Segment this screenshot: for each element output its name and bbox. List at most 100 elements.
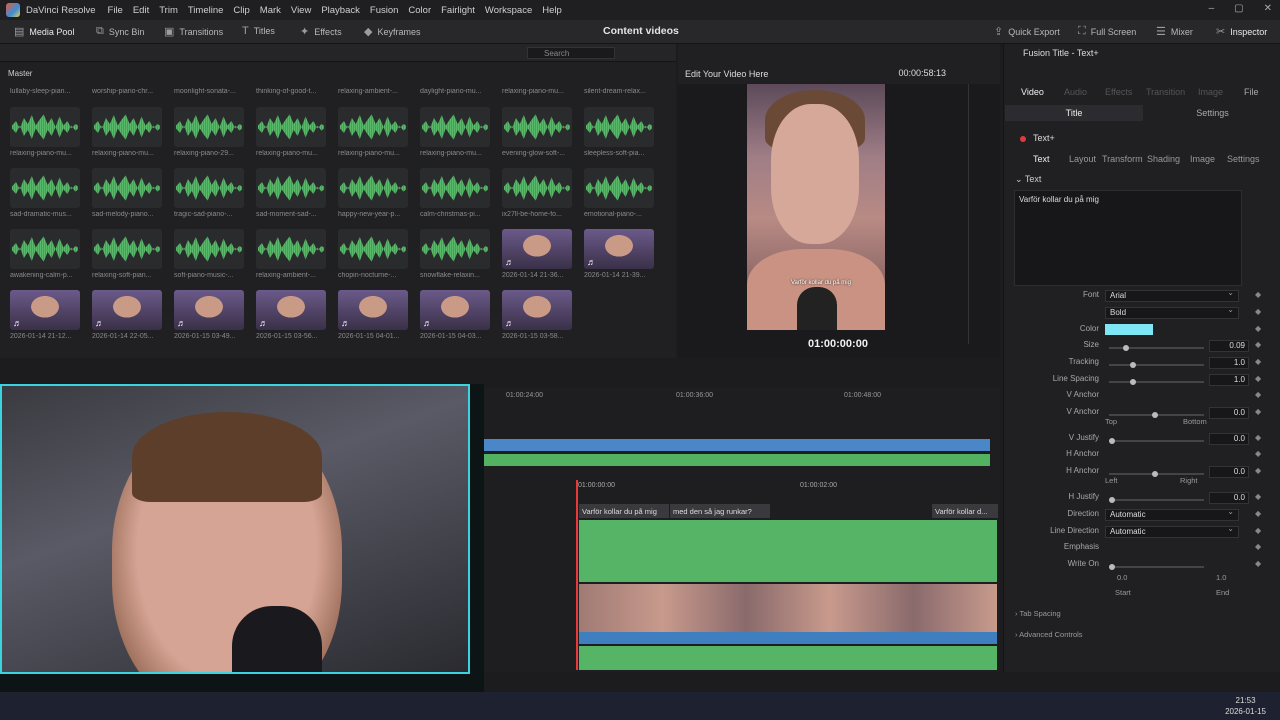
tab-title[interactable]: Title <box>1005 105 1143 121</box>
slider-knob[interactable] <box>1151 471 1158 477</box>
v-justify-slider[interactable] <box>1109 438 1204 444</box>
size-value[interactable]: 0.09 <box>1209 340 1249 352</box>
tab-video[interactable]: Video <box>1021 87 1044 97</box>
video-track[interactable] <box>579 584 997 632</box>
menu-help[interactable]: Help <box>542 5 562 16</box>
tab-settings[interactable]: Settings <box>1145 105 1280 121</box>
media-clip[interactable]: soft-piano-music-... <box>174 229 244 279</box>
keyframe-icon[interactable]: ◆ <box>1255 466 1261 475</box>
keyframe-icon[interactable]: ◆ <box>1255 390 1261 399</box>
slider-knob[interactable] <box>1109 497 1115 503</box>
h-anchor-slider-slider[interactable] <box>1109 471 1204 477</box>
mixer-button[interactable]: ☰ Mixer <box>1156 25 1193 38</box>
media-clip[interactable]: relaxing-piano-29... <box>174 107 244 157</box>
color-swatch[interactable] <box>1105 324 1153 335</box>
line-direction-dropdown[interactable]: Automatic <box>1105 524 1239 538</box>
media-clip[interactable]: relaxing-piano-mu... <box>256 107 326 157</box>
media-clip[interactable]: awakening-calm-p... <box>10 229 80 279</box>
media-pool-button[interactable]: ▤ Media Pool <box>14 25 74 38</box>
v-anchor-slider-value[interactable]: 0.0 <box>1209 407 1249 419</box>
media-clip[interactable]: ♬ 2026-01-15 03-56... <box>256 290 326 340</box>
media-clip[interactable]: relaxing-piano-mu... <box>338 107 408 157</box>
keyframe-icon[interactable]: ◆ <box>1255 357 1261 366</box>
keyframe-icon[interactable]: ◆ <box>1255 526 1261 535</box>
quick-export-button[interactable]: ⇪ Quick Export <box>994 25 1060 38</box>
close-icon[interactable]: ✕ <box>1264 3 1272 14</box>
clock[interactable]: 21:53 2026-01-15 <box>1225 695 1266 717</box>
media-clip[interactable]: ♬ 2026-01-15 04-01... <box>338 290 408 340</box>
media-clip[interactable]: ♬ 2026-01-14 21-39... <box>584 229 654 279</box>
tab-transition[interactable]: Transition <box>1146 87 1185 97</box>
menu-edit[interactable]: Edit <box>133 5 149 16</box>
size-slider[interactable] <box>1109 345 1204 351</box>
keyframe-icon[interactable]: ◆ <box>1255 492 1261 501</box>
keyframe-icon[interactable]: ◆ <box>1255 307 1261 316</box>
tab-image[interactable]: Image <box>1198 87 1223 97</box>
media-clip[interactable]: snowflake-relaxin... <box>420 229 490 279</box>
slider-knob[interactable] <box>1109 438 1115 444</box>
image-tab[interactable]: Image <box>1190 154 1215 164</box>
media-clip[interactable]: relaxing-piano-mu... <box>420 107 490 157</box>
search-input[interactable]: Search <box>527 47 615 59</box>
menu-workspace[interactable]: Workspace <box>485 5 532 16</box>
subtitle-clip[interactable]: Varför kollar du på mig <box>579 504 669 518</box>
media-clip[interactable]: calm-christmas-pi... <box>420 168 490 218</box>
menu-view[interactable]: View <box>291 5 311 16</box>
title-track[interactable] <box>579 520 997 582</box>
tab-effects[interactable]: Effects <box>1105 87 1132 97</box>
menu-fusion[interactable]: Fusion <box>370 5 399 16</box>
keyframe-icon[interactable]: ◆ <box>1255 449 1261 458</box>
text-input[interactable]: Varför kollar du på mig <box>1014 190 1242 286</box>
menu-timeline[interactable]: Timeline <box>188 5 224 16</box>
media-clip[interactable]: relaxing-piano-mu... <box>10 107 80 157</box>
keyframes-button[interactable]: ◆ Keyframes <box>364 25 420 38</box>
h-justify-slider[interactable] <box>1109 497 1204 503</box>
direction-dropdown[interactable]: Automatic <box>1105 507 1239 521</box>
media-clip[interactable]: sad-moment-sad-... <box>256 168 326 218</box>
media-clip[interactable]: ♬ 2026-01-15 03-49... <box>174 290 244 340</box>
viewer-title[interactable]: Edit Your Video Here <box>685 69 768 79</box>
slider-knob[interactable] <box>1123 345 1130 351</box>
layout-tab[interactable]: Layout <box>1069 154 1096 164</box>
tab-audio[interactable]: Audio <box>1064 87 1087 97</box>
media-clip[interactable]: relaxing-piano-mu... <box>92 107 162 157</box>
line-spacing-slider[interactable] <box>1109 379 1204 385</box>
slider-knob[interactable] <box>1109 564 1115 570</box>
v-anchor-slider-slider[interactable] <box>1109 412 1204 418</box>
line-spacing-value[interactable]: 1.0 <box>1209 374 1249 386</box>
bin-master[interactable]: Master <box>8 69 32 78</box>
keyframe-icon[interactable]: ◆ <box>1255 374 1261 383</box>
menu-file[interactable]: File <box>108 5 123 16</box>
inspector-button[interactable]: ✂ Inspector <box>1216 25 1267 38</box>
menu-color[interactable]: Color <box>408 5 431 16</box>
media-clip[interactable]: sad-dramatic-mus... <box>10 168 80 218</box>
menu-clip[interactable]: Clip <box>233 5 249 16</box>
maximize-icon[interactable]: ▢ <box>1234 3 1243 14</box>
subtitle-clip[interactable]: Varför kollar d... <box>932 504 998 518</box>
video-preview[interactable]: Varför kollar du på mig <box>747 84 885 330</box>
font-dropdown[interactable]: Arial <box>1105 288 1239 302</box>
keyframe-icon[interactable]: ◆ <box>1255 407 1261 416</box>
text-section-header[interactable]: ⌄ Text <box>1015 174 1041 185</box>
audio-track[interactable] <box>579 632 997 644</box>
slider-knob[interactable] <box>1129 379 1136 385</box>
keyframe-icon[interactable]: ◆ <box>1255 559 1261 568</box>
slider-knob[interactable] <box>1129 362 1136 368</box>
media-clip[interactable]: relaxing-soft-pian... <box>92 229 162 279</box>
keyframe-icon[interactable]: ◆ <box>1255 509 1261 518</box>
keyframe-icon[interactable]: ◆ <box>1255 542 1261 551</box>
media-clip[interactable]: chopin-nocturne-... <box>338 229 408 279</box>
settings-tab[interactable]: Settings <box>1227 154 1260 164</box>
keyframe-icon[interactable]: ◆ <box>1255 433 1261 442</box>
shading-tab[interactable]: Shading <box>1147 154 1180 164</box>
sync-bin-button[interactable]: ⧉ Sync Bin <box>96 25 144 38</box>
media-clip[interactable]: happy-new-year-p... <box>338 168 408 218</box>
playhead[interactable] <box>576 480 578 670</box>
menu-fairlight[interactable]: Fairlight <box>441 5 475 16</box>
h-anchor-slider-value[interactable]: 0.0 <box>1209 466 1249 478</box>
text-tab[interactable]: Text <box>1033 154 1050 164</box>
subtitle-clip[interactable]: med den så jag runkar? <box>670 504 770 518</box>
media-clip[interactable]: ♬ 2026-01-15 04-03... <box>420 290 490 340</box>
media-clip[interactable]: ♬ 2026-01-15 03-58... <box>502 290 572 340</box>
slider-knob[interactable] <box>1151 412 1158 418</box>
